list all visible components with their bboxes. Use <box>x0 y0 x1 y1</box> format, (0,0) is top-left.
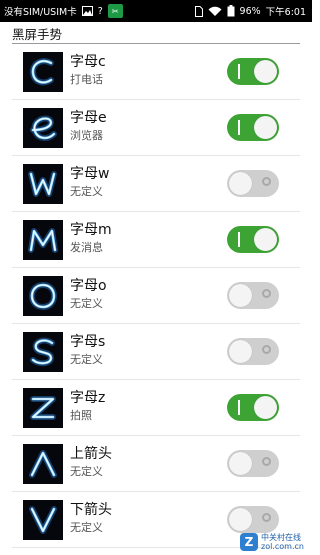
watermark-site: zol.com.cn <box>261 542 304 551</box>
gesture-action: 无定义 <box>70 465 103 478</box>
gesture-action: 无定义 <box>70 185 103 198</box>
gesture-w-toggle[interactable] <box>227 170 279 197</box>
sim-icon <box>194 5 203 17</box>
image-icon <box>81 6 93 16</box>
gesture-z-icon <box>23 388 63 428</box>
gesture-title: 字母o <box>70 278 107 294</box>
toggle-knob <box>229 452 252 475</box>
gesture-title: 字母z <box>70 390 106 406</box>
gesture-z-toggle[interactable] <box>227 394 279 421</box>
section-title: 黑屏手势 <box>12 27 63 42</box>
toggle-knob <box>254 60 277 83</box>
gesture-m-toggle[interactable] <box>227 226 279 253</box>
toggle-knob <box>254 396 277 419</box>
toggle-off-mark <box>262 345 271 354</box>
help-icon: ? <box>97 5 103 17</box>
gesture-action: 无定义 <box>70 297 103 310</box>
gesture-title: 字母s <box>70 334 106 350</box>
toggle-knob <box>229 508 252 531</box>
gesture-e-toggle[interactable] <box>227 114 279 141</box>
gesture-o-icon <box>23 276 63 316</box>
toggle-knob <box>229 340 252 363</box>
gesture-c-toggle[interactable] <box>227 58 279 85</box>
gesture-row[interactable]: 字母m 发消息 <box>0 212 312 268</box>
gesture-action: 发消息 <box>70 241 103 254</box>
gesture-up-icon <box>23 444 63 484</box>
gesture-list: 字母c 打电话 字母e 浏览器 字母w 无定义 字母m 发消息 字母o 无定义 … <box>0 44 312 548</box>
battery-percent: 96% <box>239 5 261 17</box>
gesture-row[interactable]: 字母s 无定义 <box>0 324 312 380</box>
toggle-off-mark <box>262 177 271 186</box>
toggle-off-mark <box>262 513 271 522</box>
toggle-knob <box>229 284 252 307</box>
gesture-up-toggle[interactable] <box>227 450 279 477</box>
gesture-action: 打电话 <box>70 73 103 86</box>
toggle-on-mark <box>238 400 240 415</box>
gesture-title: 下箭头 <box>70 502 112 518</box>
toggle-knob <box>254 228 277 251</box>
gesture-m-icon <box>23 220 63 260</box>
gesture-title: 字母w <box>70 166 110 182</box>
gesture-title: 上箭头 <box>70 446 112 462</box>
toggle-off-mark <box>262 457 271 466</box>
toggle-on-mark <box>238 120 240 135</box>
gesture-s-toggle[interactable] <box>227 338 279 365</box>
gesture-row[interactable]: 字母w 无定义 <box>0 156 312 212</box>
gesture-action: 无定义 <box>70 353 103 366</box>
gesture-title: 字母c <box>70 54 106 70</box>
toggle-on-mark <box>238 232 240 247</box>
gesture-row[interactable]: 字母o 无定义 <box>0 268 312 324</box>
clock: 下午6:01 <box>265 7 306 18</box>
gesture-o-toggle[interactable] <box>227 282 279 309</box>
gesture-s-icon <box>23 332 63 372</box>
scissors-icon: ✂ <box>107 4 123 18</box>
gesture-action: 无定义 <box>70 521 103 534</box>
wifi-icon <box>208 6 222 17</box>
toggle-knob <box>229 172 252 195</box>
gesture-row[interactable]: 上箭头 无定义 <box>0 436 312 492</box>
gesture-row[interactable]: 字母e 浏览器 <box>0 100 312 156</box>
battery-icon <box>227 5 235 17</box>
gesture-title: 字母m <box>70 222 112 238</box>
gesture-c-icon <box>23 52 63 92</box>
gesture-e-icon <box>23 108 63 148</box>
gesture-row[interactable]: 字母c 打电话 <box>0 44 312 100</box>
zol-logo-icon: Z <box>240 533 259 551</box>
toggle-off-mark <box>262 289 271 298</box>
gesture-row[interactable]: 字母z 拍照 <box>0 380 312 436</box>
gesture-title: 字母e <box>70 110 107 126</box>
gesture-down-icon <box>23 500 63 540</box>
watermark-brand: 中关村在线 <box>261 533 302 542</box>
status-bar: 没有SIM/USIM卡 ? ✂ 96% 下午6:01 <box>0 0 312 22</box>
toggle-on-mark <box>238 64 240 79</box>
gesture-action: 浏览器 <box>70 129 103 142</box>
gesture-down-toggle[interactable] <box>227 506 279 533</box>
carrier-text: 没有SIM/USIM卡 <box>4 7 77 18</box>
gesture-action: 拍照 <box>70 409 92 422</box>
gesture-w-icon <box>23 164 63 204</box>
watermark: Z 中关村在线 zol.com.cn <box>240 533 304 551</box>
toggle-knob <box>254 116 277 139</box>
